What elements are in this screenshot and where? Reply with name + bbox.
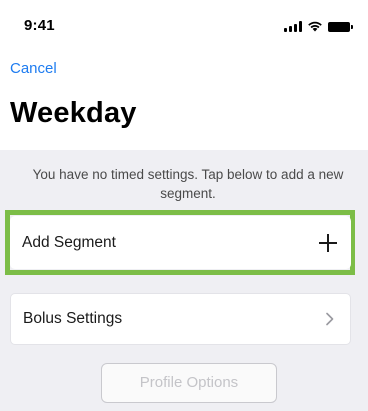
status-time: 9:41 — [24, 17, 55, 34]
chevron-right-icon — [326, 312, 334, 326]
battery-icon — [328, 22, 353, 32]
content-area: You have no timed settings. Tap below to… — [0, 150, 368, 411]
bolus-settings-label: Bolus Settings — [23, 310, 123, 327]
cancel-button[interactable]: Cancel — [10, 60, 57, 77]
status-icons — [284, 20, 353, 32]
empty-state-message: You have no timed settings. Tap below to… — [32, 167, 344, 201]
bolus-settings-row[interactable]: Bolus Settings — [10, 293, 351, 345]
page-title: Weekday — [10, 97, 137, 129]
profile-options-button[interactable]: Profile Options — [101, 363, 277, 403]
wifi-icon — [308, 21, 322, 32]
plus-icon — [319, 233, 337, 252]
add-segment-row[interactable]: Add Segment — [10, 216, 351, 269]
signal-icon — [284, 21, 302, 32]
screen: 9:41 Cancel Weekday You have no timed se… — [0, 0, 368, 411]
add-segment-label: Add Segment — [22, 233, 116, 251]
status-bar: 9:41 — [0, 0, 368, 52]
